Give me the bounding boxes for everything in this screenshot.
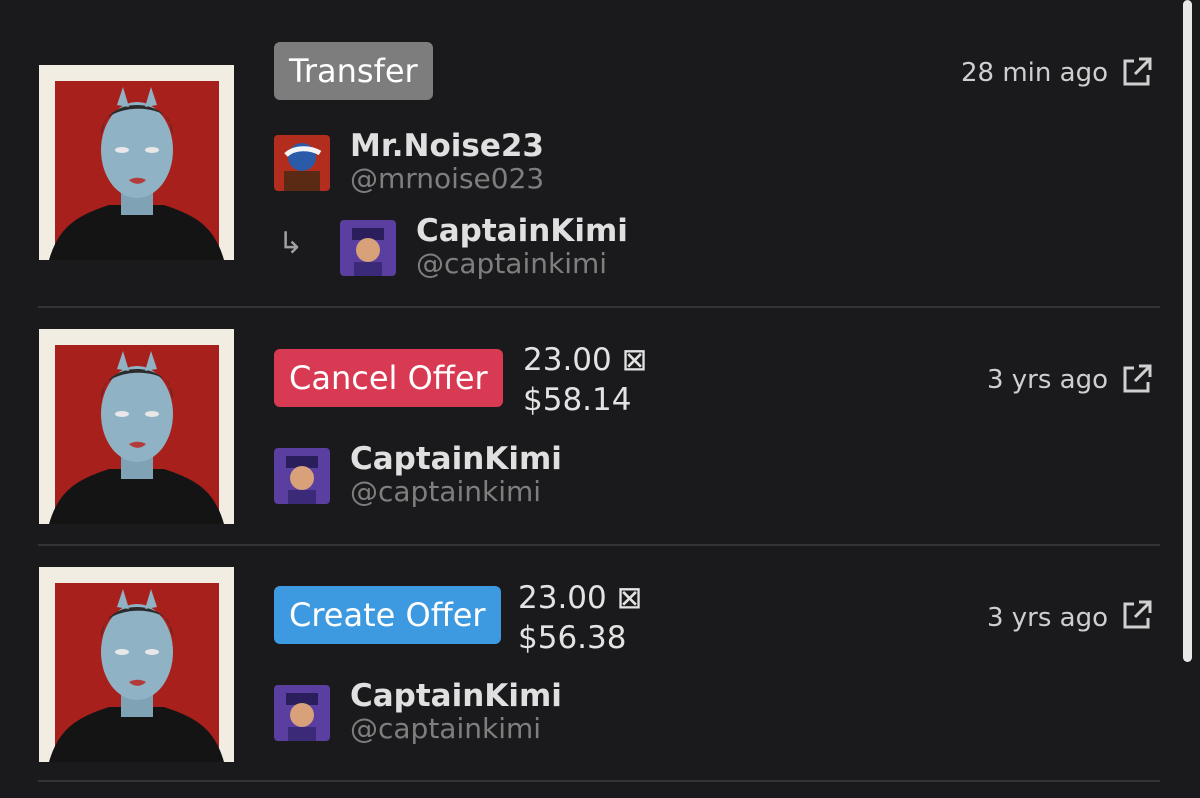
avatar — [274, 685, 330, 741]
event-badge-cancel-offer: Cancel Offer — [274, 349, 503, 407]
timestamp: 3 yrs ago — [986, 603, 1108, 633]
nft-thumbnail[interactable] — [39, 567, 234, 762]
divider — [38, 306, 1160, 308]
username: CaptainKimi — [350, 441, 562, 477]
divider — [38, 780, 1160, 782]
user-handle: @mrnoise023 — [350, 162, 545, 195]
username: CaptainKimi — [350, 678, 562, 714]
user-handle: @captainkimi — [416, 247, 608, 280]
username: CaptainKimi — [416, 213, 628, 249]
price-amount: 23.00 ⊠ — [523, 342, 648, 378]
nft-thumbnail[interactable] — [39, 329, 234, 524]
scrollbar[interactable] — [1183, 0, 1192, 662]
avatar — [274, 135, 330, 191]
external-link-icon[interactable] — [1120, 55, 1154, 89]
username: Mr.Noise23 — [350, 128, 544, 164]
event-badge-create-offer: Create Offer — [274, 586, 501, 644]
price-usd: $58.14 — [523, 382, 632, 418]
avatar — [274, 448, 330, 504]
price-usd: $56.38 — [518, 620, 627, 656]
timestamp: 3 yrs ago — [986, 365, 1108, 395]
timestamp: 28 min ago — [961, 58, 1108, 88]
nft-thumbnail[interactable] — [39, 65, 234, 260]
avatar — [340, 220, 396, 276]
event-badge-transfer: Transfer — [274, 42, 433, 100]
external-link-icon[interactable] — [1120, 362, 1154, 396]
user-handle: @captainkimi — [350, 712, 542, 745]
user-handle: @captainkimi — [350, 475, 542, 508]
arrow-turn-right-icon: ↳ — [278, 226, 304, 261]
price-amount: 23.00 ⊠ — [518, 580, 643, 616]
external-link-icon[interactable] — [1120, 598, 1154, 632]
divider — [38, 544, 1160, 546]
